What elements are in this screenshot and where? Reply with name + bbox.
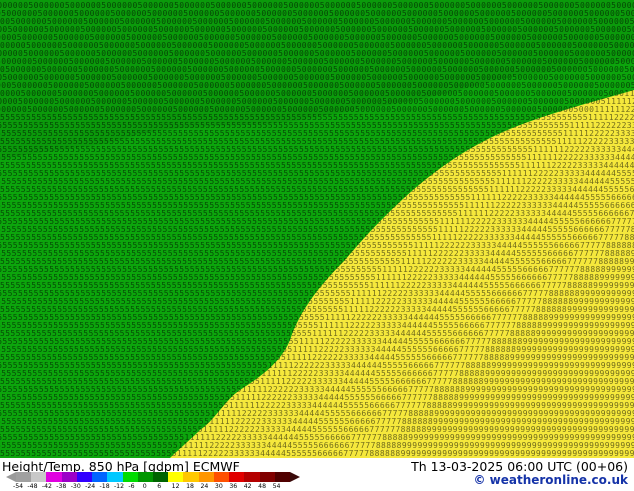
credit-link[interactable]: © weatheronline.co.uk xyxy=(473,473,628,487)
scale-left-arrow xyxy=(6,472,16,482)
scale-swatch xyxy=(107,472,123,482)
scale-swatch xyxy=(31,472,47,482)
scale-swatch xyxy=(198,472,214,482)
scale-swatch xyxy=(76,472,93,482)
scale-right-arrow xyxy=(290,472,300,482)
footer: Height/Temp. 850 hPa [gdpm] ECMWF Th 13-… xyxy=(0,458,634,490)
temperature-map: 5000000500000050000005000000500000050000… xyxy=(0,0,634,458)
contour-row: 5555555555555555555555555555555555111112… xyxy=(0,449,634,458)
scale-swatch xyxy=(213,472,230,482)
contour-labels: 5000000500000050000005000000500000050000… xyxy=(0,1,634,458)
scale-swatch xyxy=(152,472,169,482)
scale-swatch xyxy=(16,472,32,482)
scale-swatch xyxy=(61,472,77,482)
scale-swatch xyxy=(274,472,290,482)
scale-swatch xyxy=(122,472,138,482)
scale-swatch xyxy=(46,472,62,482)
scale-swatch xyxy=(137,472,153,482)
scale-swatch xyxy=(168,472,184,482)
scale-swatch xyxy=(259,472,275,482)
scale-swatch xyxy=(92,472,108,482)
color-scale-bar xyxy=(6,472,300,482)
scale-swatch xyxy=(183,472,199,482)
map-area: 5000000500000050000005000000500000050000… xyxy=(0,0,634,458)
scale-swatch xyxy=(244,472,260,482)
scale-swatch xyxy=(229,472,245,482)
valid-time: Th 13-03-2025 06:00 UTC (00+06) xyxy=(411,459,628,474)
